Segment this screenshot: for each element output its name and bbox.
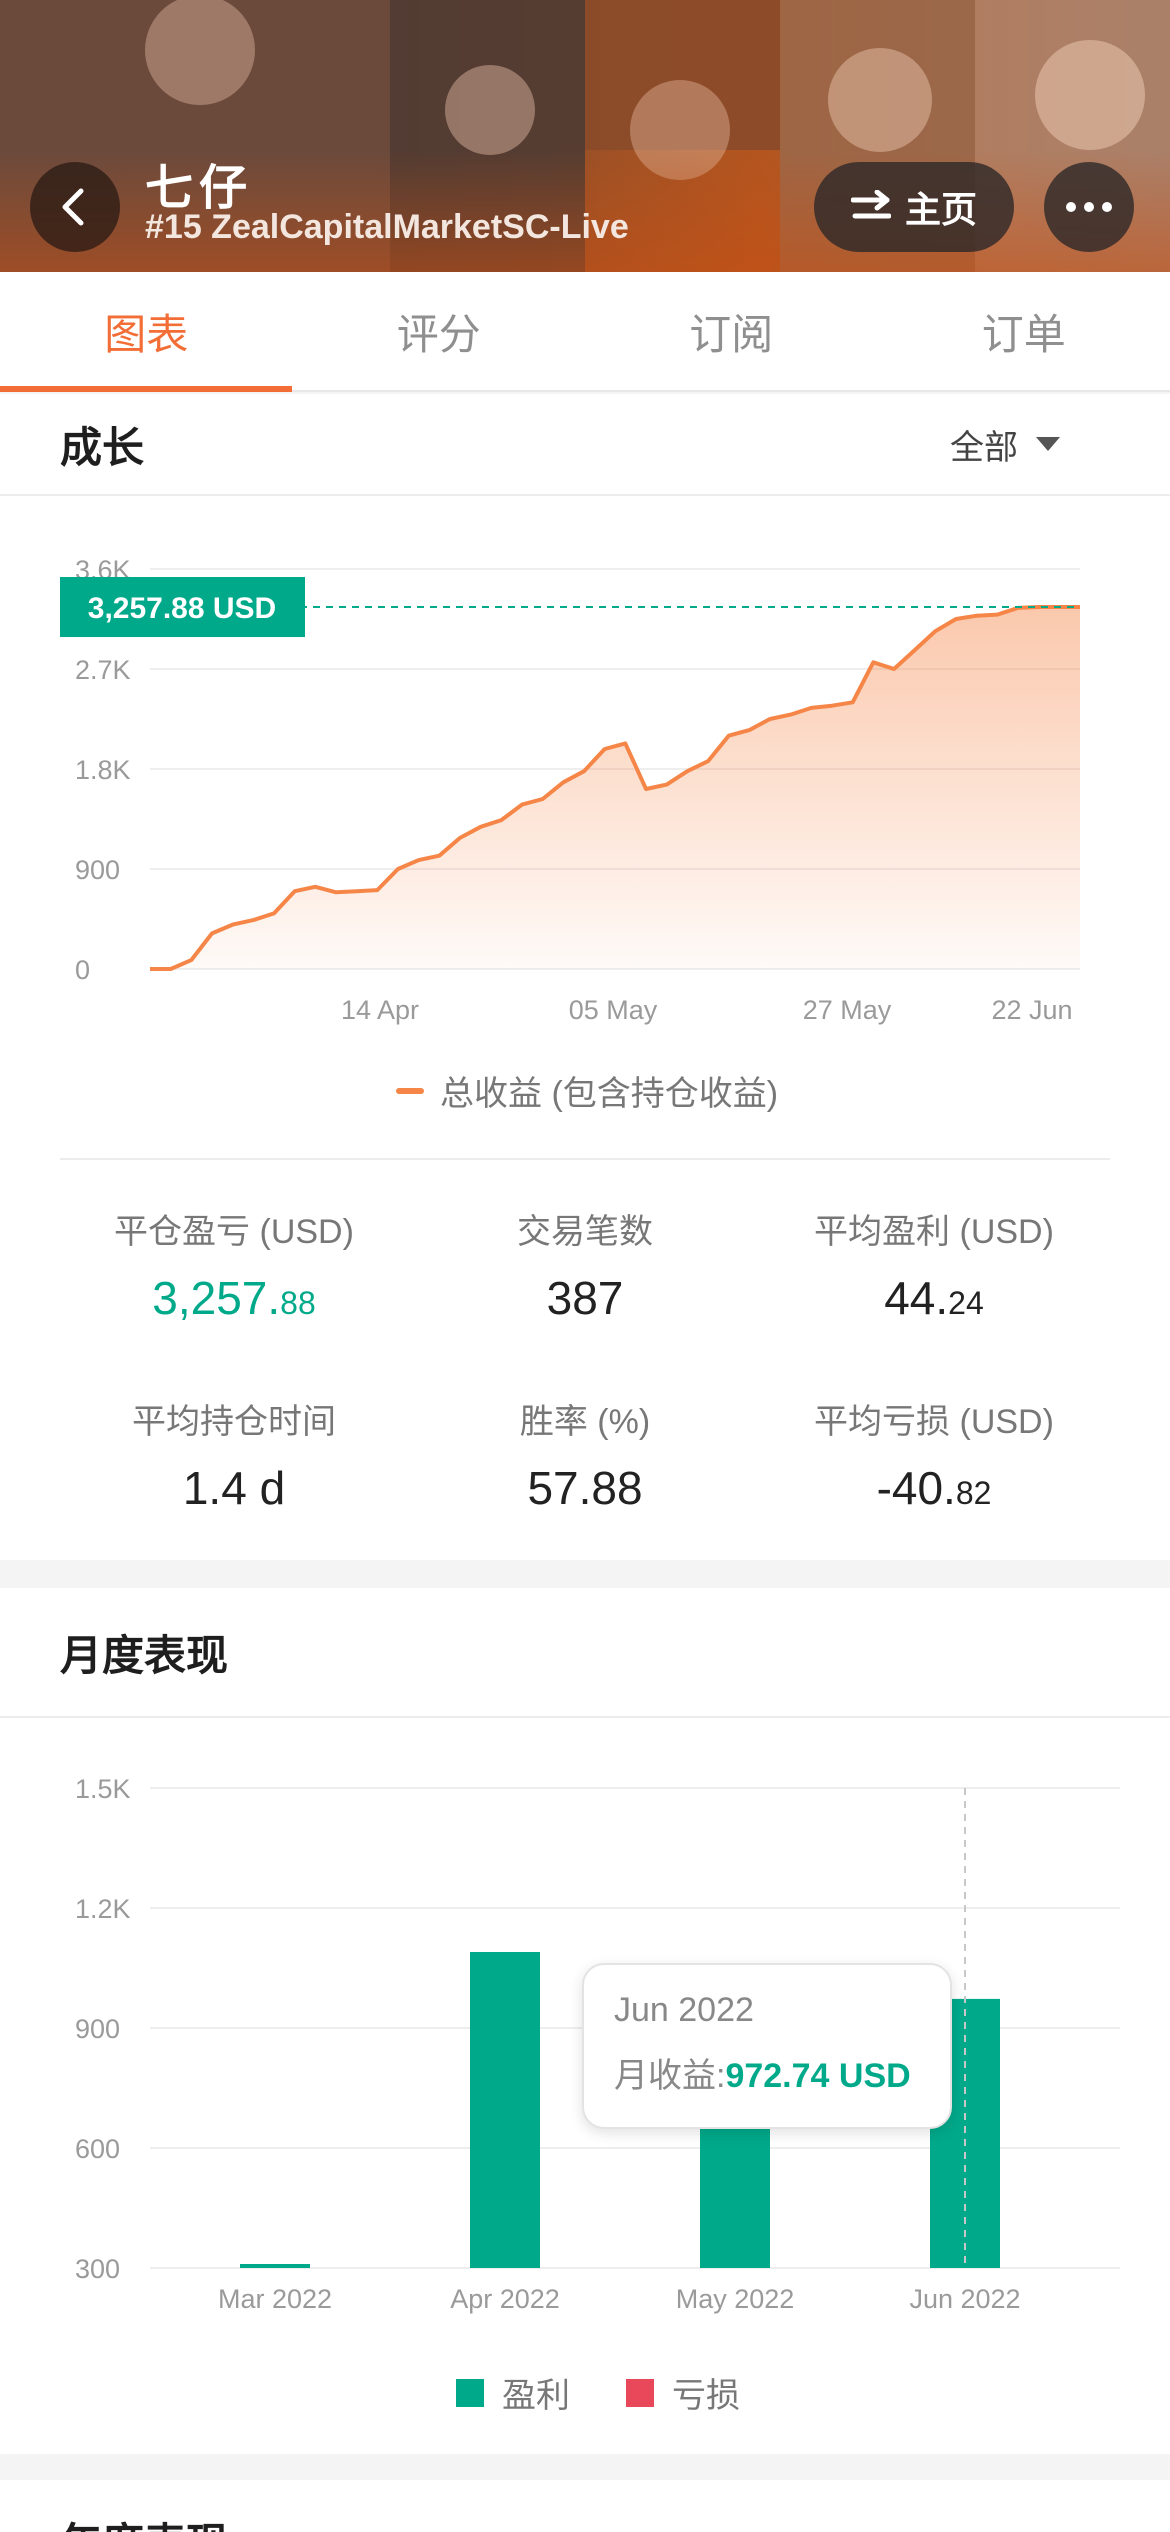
y-tick-label: 600 (75, 2134, 120, 2164)
current-value-label: 3,257.88 USD (88, 592, 276, 625)
chevron-left-icon (62, 188, 84, 226)
home-button-label: 主页 (904, 189, 977, 230)
profit-swatch (456, 2378, 484, 2407)
y-tick-label: 900 (75, 855, 120, 885)
tooltip-row: 月收益:972.74 USD (614, 2048, 920, 2097)
x-tick-label: 27 May (803, 995, 892, 1025)
tab-bar: 图表 评分 订阅 订单 (0, 272, 1170, 392)
tab-orders[interactable]: 订单 (878, 272, 1170, 390)
stat-win-rate: 胜率 (%) 57.88 (405, 1394, 765, 1515)
y-tick-label: 300 (75, 2254, 120, 2284)
growth-chart: 09001.8K2.7K3.6K14 Apr 05 May 27 May 22 Jun… (60, 555, 1080, 1025)
x-tick-label: 14 Apr (341, 995, 419, 1025)
growth-legend-label: 总收益 (包含持仓收益) (440, 1075, 779, 1113)
stat-value: 3,257.88 (152, 1272, 316, 1324)
y-tick-label: 2.7K (75, 655, 131, 685)
loss-swatch (626, 2378, 654, 2407)
yearly-title: 年度表现 (60, 2510, 228, 2532)
profile-header: 七仔 #15 ZealCapitalMarketSC-Live 主页 (0, 0, 1170, 272)
stat-avg-profit: 平均盈利 (USD) 44.24 (754, 1204, 1114, 1325)
stat-trade-count: 交易笔数 387 (405, 1204, 765, 1325)
monthly-section: 月度表现 300 600 900 1.2K 1.5K Mar 2022 Apr 2022 Ma… (0, 1588, 1170, 2454)
growth-divider (60, 1158, 1110, 1160)
stat-value: 1.4 d (182, 1462, 286, 1514)
chart-tooltip: Jun 2022 月收益:972.74 USD (582, 1963, 952, 2129)
x-tick-label: Jun 2022 (909, 2284, 1020, 2314)
stat-avg-loss: 平均亏损 (USD) -40.82 (754, 1394, 1114, 1515)
swap-icon (850, 190, 891, 219)
stat-closed-pnl: 平仓盈亏 (USD) 3,257.88 (54, 1204, 414, 1325)
tooltip-date: Jun 2022 (614, 1991, 754, 2029)
legend-profit-label: 盈利 (502, 2377, 570, 2415)
stat-label: 平均持仓时间 (132, 1403, 336, 1441)
home-button[interactable]: 主页 (814, 162, 1014, 252)
back-button[interactable] (30, 162, 120, 252)
growth-legend: 总收益 (包含持仓收益) (396, 1066, 778, 1115)
stat-label: 平仓盈亏 (USD) (114, 1213, 354, 1251)
legend-loss-label: 亏损 (672, 2377, 740, 2415)
caret-down-icon (1036, 437, 1060, 451)
tab-chart[interactable]: 图表 (0, 272, 293, 392)
stat-avg-hold-time: 平均持仓时间 1.4 d (54, 1394, 414, 1515)
y-tick-label: 1.5K (75, 1774, 131, 1804)
period-filter-dropdown[interactable]: 全部 (950, 420, 1110, 469)
stat-label: 胜率 (%) (519, 1403, 651, 1441)
period-filter-label: 全部 (950, 428, 1018, 467)
x-tick-label: Mar 2022 (218, 2284, 332, 2314)
stat-label: 平均亏损 (USD) (814, 1403, 1054, 1441)
x-tick-label: May 2022 (676, 2284, 795, 2314)
tooltip-value: 972.74 USD (725, 2057, 911, 2095)
x-tick-label: Apr 2022 (450, 2284, 560, 2314)
y-tick-label: 0 (75, 955, 90, 985)
stat-value: 57.88 (527, 1462, 643, 1514)
growth-header: 成长 全部 (0, 394, 1170, 496)
more-horizontal-icon (1066, 202, 1112, 212)
tab-rating[interactable]: 评分 (293, 272, 586, 390)
monthly-title: 月度表现 (60, 1631, 229, 1679)
monthly-legend: 盈利 亏损 (456, 2368, 740, 2417)
legend-line-swatch (396, 1087, 424, 1094)
x-tick-label: 05 May (569, 995, 658, 1025)
stat-label: 交易笔数 (517, 1213, 653, 1251)
stat-value: -40.82 (876, 1462, 992, 1514)
monthly-header: 月度表现 (0, 1588, 1170, 1718)
stat-value: 44.24 (884, 1272, 984, 1324)
y-tick-label: 1.8K (75, 755, 131, 785)
growth-title: 成长 (60, 423, 145, 471)
stat-value: 387 (546, 1272, 624, 1324)
y-tick-label: 1.2K (75, 1894, 131, 1924)
growth-section: 成长 全部 0 900 1.8K 2.7K 3.6K 14 Apr 05 May 27 May… (0, 394, 1170, 1560)
tooltip-label: 月收益: (614, 2057, 726, 2095)
growth-area (150, 607, 1080, 969)
y-tick-label: 900 (75, 2014, 120, 2044)
stat-label: 平均盈利 (USD) (814, 1213, 1054, 1251)
profit-bar (240, 2264, 310, 2268)
page: 七仔 #15 ZealCapitalMarketSC-Live 主页 图表 评分… (0, 0, 1170, 2532)
more-button[interactable] (1044, 162, 1134, 252)
yearly-section: 年度表现 (0, 2480, 1170, 2532)
account-subtitle: #15 ZealCapitalMarketSC-Live (145, 208, 629, 246)
profit-bar (470, 1952, 540, 2268)
tab-subscribe[interactable]: 订阅 (585, 272, 878, 390)
x-tick-label: 22 Jun (991, 995, 1072, 1025)
